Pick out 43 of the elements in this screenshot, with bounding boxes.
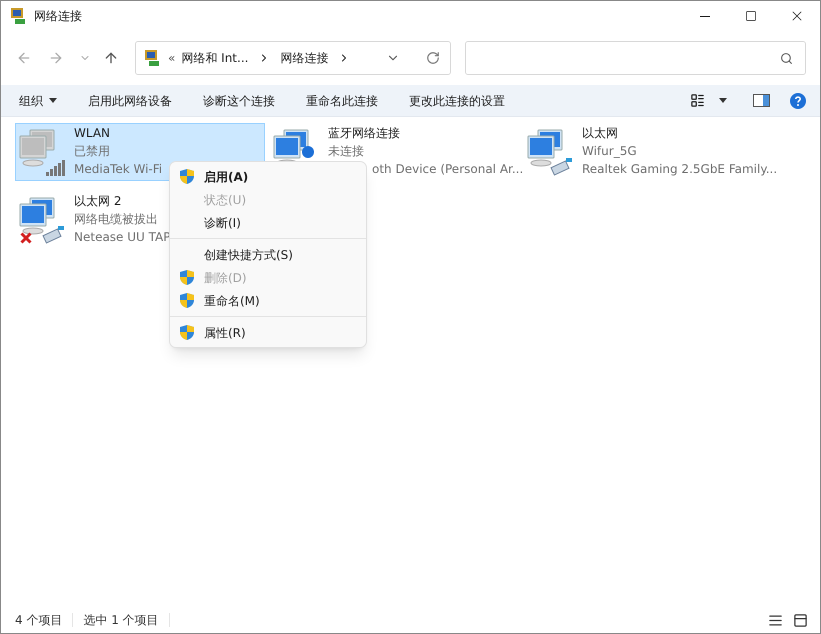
menu-item[interactable]: 诊断(I)	[170, 211, 366, 234]
overflow-chevron[interactable]: «	[168, 49, 176, 67]
connection-name: 蓝牙网络连接	[328, 125, 401, 142]
search-icon	[780, 52, 793, 64]
toolbar-command[interactable]: 组织	[19, 92, 57, 110]
connection-status: Wifur_5G	[582, 143, 638, 160]
shield-icon	[179, 324, 195, 341]
shield-icon	[179, 269, 195, 286]
arrow-right-icon	[48, 50, 64, 66]
connection-name: WLAN	[74, 125, 112, 142]
connection-name: 以太网 2	[74, 193, 122, 210]
search-field[interactable]	[465, 41, 806, 75]
connection-status: 未连接	[328, 143, 365, 160]
connection-status: 网络电缆被拔出	[74, 211, 159, 228]
menu-item[interactable]: 属性(R)	[170, 316, 366, 344]
breadcrumb[interactable]: 网络和 Int...	[181, 49, 248, 67]
address-bar[interactable]: « 网络和 Int... 网络连接	[135, 41, 451, 75]
toolbar-command[interactable]: 重命名此连接	[306, 92, 378, 110]
tiles-view-icon[interactable]	[793, 612, 808, 628]
refresh-icon[interactable]	[426, 51, 440, 65]
selection-count: 选中 1 个项目	[83, 612, 159, 629]
menu-item[interactable]: 创建快捷方式(S)	[170, 238, 366, 266]
app-icon	[10, 7, 28, 25]
connection-name: 以太网	[582, 125, 619, 142]
dropdown-arrow-icon	[49, 98, 57, 103]
item-count: 4 个项目	[15, 612, 62, 629]
view-options-icon[interactable]	[690, 93, 705, 108]
breadcrumb[interactable]: 网络连接	[280, 49, 328, 67]
connection-device: MediaTek Wi-Fi	[74, 161, 162, 178]
menu-item[interactable]: 重命名(M)	[170, 289, 366, 312]
maximize-icon	[745, 10, 757, 22]
shield-icon	[179, 168, 195, 185]
help-icon[interactable]	[790, 92, 806, 108]
toolbar-command[interactable]: 启用此网络设备	[88, 92, 172, 110]
toolbar-command[interactable]: 更改此连接的设置	[409, 92, 505, 110]
details-view-icon[interactable]	[768, 612, 783, 628]
dropdown-arrow-icon[interactable]	[719, 98, 727, 103]
window-title: 网络连接	[34, 8, 82, 25]
connection-status: 已禁用	[74, 143, 111, 160]
network-connections-icon	[144, 49, 162, 67]
shield-icon	[179, 292, 195, 309]
toolbar-command[interactable]: 诊断这个连接	[203, 92, 275, 110]
preview-pane-icon[interactable]	[753, 94, 770, 107]
